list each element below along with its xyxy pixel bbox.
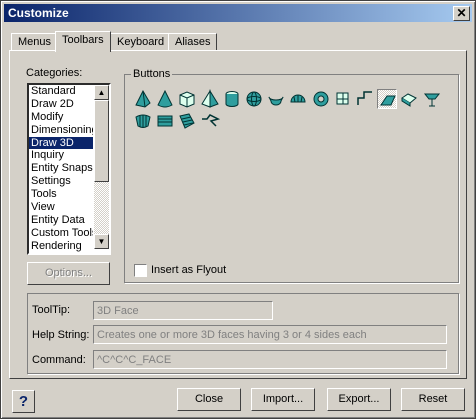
import-button[interactable]: Import... [251, 388, 315, 411]
category-item[interactable]: Rendering [29, 240, 93, 253]
category-item[interactable]: Custom Tools [29, 227, 93, 240]
3d-face-icon[interactable] [377, 89, 398, 109]
category-item[interactable]: Entity Snaps [29, 162, 93, 175]
help-string-label: Help String: [32, 329, 90, 341]
toolbars-panel: Categories: Standard Draw 2D Modify Dimensi… [9, 50, 467, 379]
insert-as-flyout-label: Insert as Flyout [151, 264, 227, 276]
dome-icon[interactable] [288, 89, 308, 109]
cone-icon[interactable] [155, 89, 175, 109]
category-item[interactable]: Modify [29, 111, 93, 124]
title-bar: Customize ✕ [4, 4, 472, 22]
close-button[interactable]: Close [177, 388, 241, 411]
category-item[interactable]: View [29, 201, 93, 214]
mesh-icon[interactable] [200, 111, 220, 131]
ruled-surface-icon[interactable] [133, 111, 153, 131]
revolve-icon[interactable] [422, 89, 442, 109]
extrude-icon[interactable] [399, 89, 419, 109]
pyramid-icon[interactable] [133, 89, 153, 109]
category-item[interactable]: Entity Data [29, 214, 93, 227]
options-button[interactable]: Options... [27, 262, 110, 285]
category-item[interactable]: Standard [29, 85, 93, 98]
category-item[interactable]: Settings [29, 175, 93, 188]
tooltip-label: ToolTip: [32, 304, 71, 316]
category-item[interactable]: Dimensioning [29, 124, 93, 137]
buttons-group: Buttons Insert as Flyout [124, 68, 459, 283]
export-button[interactable]: Export... [327, 388, 391, 411]
buttons-group-label: Buttons [131, 68, 173, 80]
insert-as-flyout-checkbox[interactable] [134, 264, 147, 277]
category-item[interactable]: Inquiry [29, 149, 93, 162]
command-field[interactable]: ^C^C^C_FACE [93, 350, 447, 369]
category-item[interactable]: Tools [29, 188, 93, 201]
window-title: Customize [8, 6, 69, 20]
categories-listbox[interactable]: Standard Draw 2D Modify Dimensioning Draw 3D… [27, 83, 111, 255]
dish-icon[interactable] [266, 89, 286, 109]
command-label: Command: [32, 354, 86, 366]
categories-label: Categories: [26, 67, 83, 79]
reset-button[interactable]: Reset [401, 388, 465, 411]
cylinder-icon[interactable] [222, 89, 242, 109]
scroll-thumb[interactable] [94, 100, 109, 182]
box-icon[interactable] [177, 89, 197, 109]
tab-keyboard[interactable]: Keyboard [110, 33, 172, 51]
help-string-field[interactable]: Creates one or more 3D faces having 3 or… [93, 325, 447, 344]
sphere-icon[interactable] [244, 89, 264, 109]
tabulated-surface-icon[interactable] [155, 111, 175, 131]
categories-list: Standard Draw 2D Modify Dimensioning Draw 3D… [29, 85, 93, 253]
scroll-down-button[interactable]: ▼ [94, 234, 109, 249]
customize-dialog: Customize ✕ Menus Toolbars Keyboard Alia… [0, 0, 476, 419]
category-item[interactable]: Draw 3D [29, 136, 93, 150]
tab-menus[interactable]: Menus [11, 33, 59, 51]
tab-toolbars[interactable]: Toolbars [55, 31, 111, 52]
category-item[interactable]: Draw 2D [29, 98, 93, 111]
wedge-icon[interactable] [333, 89, 353, 109]
tooltip-field[interactable]: 3D Face [93, 301, 273, 320]
scroll-up-button[interactable]: ▲ [94, 85, 109, 100]
3d-polyline-icon[interactable] [355, 89, 375, 109]
help-button[interactable]: ? [12, 390, 35, 413]
info-group: ToolTip: 3D Face Help String: Creates on… [27, 293, 459, 374]
close-window-button[interactable]: ✕ [453, 6, 470, 21]
tab-aliases[interactable]: Aliases [168, 33, 218, 51]
categories-scrollbar[interactable]: ▲ ▼ [94, 85, 109, 249]
torus-icon[interactable] [311, 89, 331, 109]
pyramid-alt-icon[interactable] [200, 89, 220, 109]
edge-surface-icon[interactable] [177, 111, 197, 131]
